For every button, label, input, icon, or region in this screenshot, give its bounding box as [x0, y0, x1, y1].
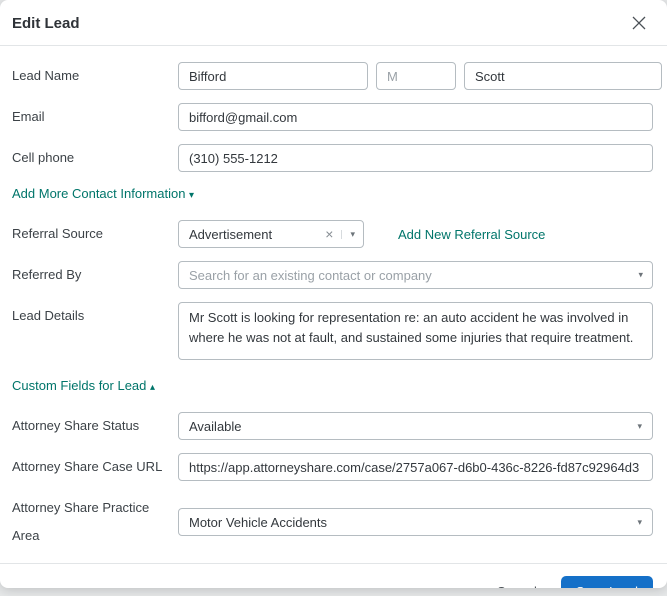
referral-source-label: Referral Source	[12, 220, 178, 248]
referral-source-select[interactable]: Advertisement × ▾	[178, 220, 364, 248]
attorney-share-practice-area-value: Motor Vehicle Accidents	[189, 515, 327, 530]
save-lead-button[interactable]: Save Lead	[561, 576, 653, 588]
chevron-down-icon: ▾	[637, 518, 642, 527]
email-input[interactable]	[178, 103, 653, 131]
custom-fields-label: Custom Fields for Lead	[12, 378, 146, 393]
lead-details-textarea[interactable]: Mr Scott is looking for representation r…	[178, 302, 653, 360]
attorney-share-status-row: Attorney Share Status Available ▾	[12, 412, 653, 440]
attorney-share-status-label: Attorney Share Status	[12, 412, 178, 440]
modal-header: Edit Lead	[0, 0, 667, 46]
lead-details-label: Lead Details	[12, 302, 178, 330]
referred-by-label: Referred By	[12, 261, 178, 289]
attorney-share-case-url-row: Attorney Share Case URL	[12, 453, 653, 481]
referred-by-input[interactable]	[178, 261, 653, 289]
edit-lead-modal: Edit Lead Lead Name Email Cell phone	[0, 0, 667, 588]
first-name-input[interactable]	[178, 62, 368, 90]
modal-title: Edit Lead	[12, 15, 80, 32]
cell-phone-row: Cell phone	[12, 144, 653, 172]
middle-name-input[interactable]	[376, 62, 456, 90]
cell-phone-label: Cell phone	[12, 144, 178, 172]
attorney-share-case-url-input[interactable]	[178, 453, 653, 481]
caret-down-icon: ▾	[341, 230, 355, 239]
email-label: Email	[12, 103, 178, 131]
add-more-contact-link[interactable]: Add More Contact Information ▾	[12, 186, 194, 201]
lead-details-row: Lead Details Mr Scott is looking for rep…	[12, 302, 653, 360]
chevron-down-icon: ▾	[637, 422, 642, 431]
cell-phone-input[interactable]	[178, 144, 653, 172]
add-new-referral-source-link[interactable]: Add New Referral Source	[398, 227, 545, 242]
clear-icon[interactable]: ×	[321, 226, 341, 242]
last-name-input[interactable]	[464, 62, 662, 90]
caret-up-icon: ▴	[150, 382, 155, 393]
referral-source-value: Advertisement	[189, 227, 321, 242]
add-more-contact-label: Add More Contact Information	[12, 186, 185, 201]
lead-name-fields	[178, 62, 653, 90]
referred-by-row: Referred By ▾	[12, 261, 653, 289]
cancel-button[interactable]: Cancel	[484, 577, 548, 588]
custom-fields-link[interactable]: Custom Fields for Lead ▴	[12, 378, 155, 393]
referral-source-row: Referral Source Advertisement × ▾ Add Ne…	[12, 220, 653, 248]
attorney-share-practice-area-label: Attorney Share Practice Area	[12, 494, 178, 550]
lead-name-label: Lead Name	[12, 62, 178, 90]
lead-name-row: Lead Name	[12, 62, 653, 90]
add-more-contact-row: Add More Contact Information ▾	[12, 185, 653, 203]
attorney-share-status-select[interactable]: Available ▾	[178, 412, 653, 440]
close-icon[interactable]	[629, 13, 649, 33]
modal-body: Lead Name Email Cell phone Add More Cont…	[0, 46, 667, 563]
caret-down-icon: ▾	[189, 190, 194, 201]
email-row: Email	[12, 103, 653, 131]
modal-footer: Cancel Save Lead	[0, 563, 667, 588]
custom-fields-row: Custom Fields for Lead ▴	[12, 377, 653, 395]
attorney-share-practice-area-select[interactable]: Motor Vehicle Accidents ▾	[178, 508, 653, 536]
attorney-share-status-value: Available	[189, 419, 242, 434]
attorney-share-practice-area-row: Attorney Share Practice Area Motor Vehic…	[12, 494, 653, 550]
attorney-share-case-url-label: Attorney Share Case URL	[12, 453, 178, 481]
